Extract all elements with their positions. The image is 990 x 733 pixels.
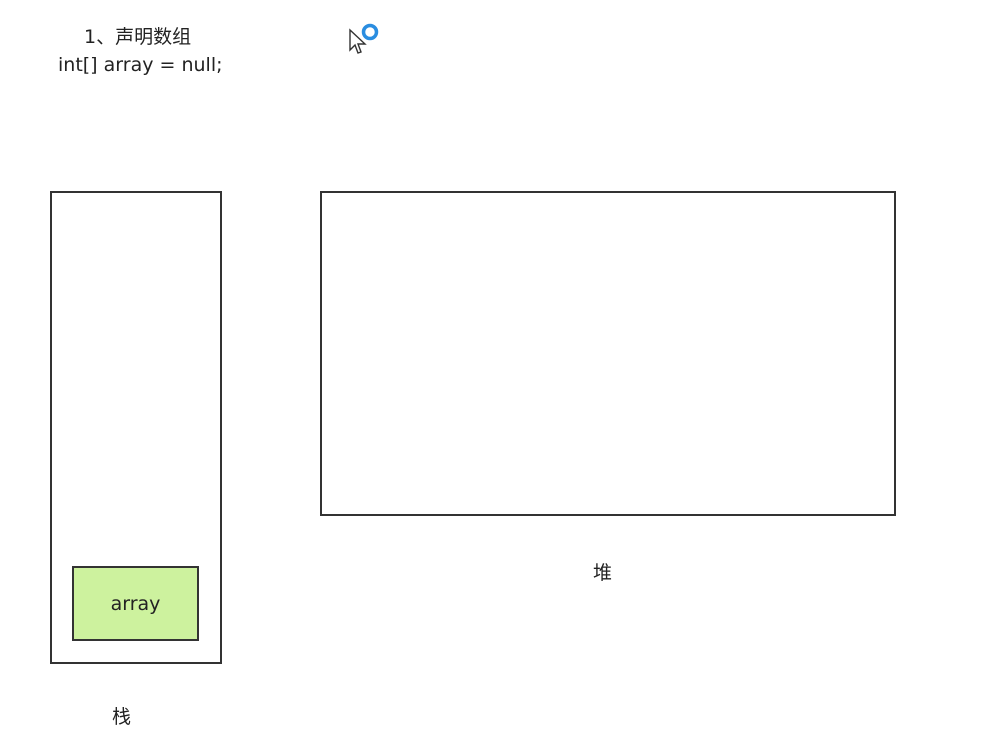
code-line: int[] array = null; (58, 54, 223, 76)
stack-label: 栈 (112, 706, 132, 728)
heap-label: 堆 (593, 562, 613, 584)
array-variable-label: array (110, 592, 161, 615)
heap-box (320, 191, 896, 516)
busy-cursor-icon (348, 22, 382, 62)
array-variable-cell: array (72, 566, 199, 641)
step-heading: 1、声明数组 (84, 26, 192, 48)
